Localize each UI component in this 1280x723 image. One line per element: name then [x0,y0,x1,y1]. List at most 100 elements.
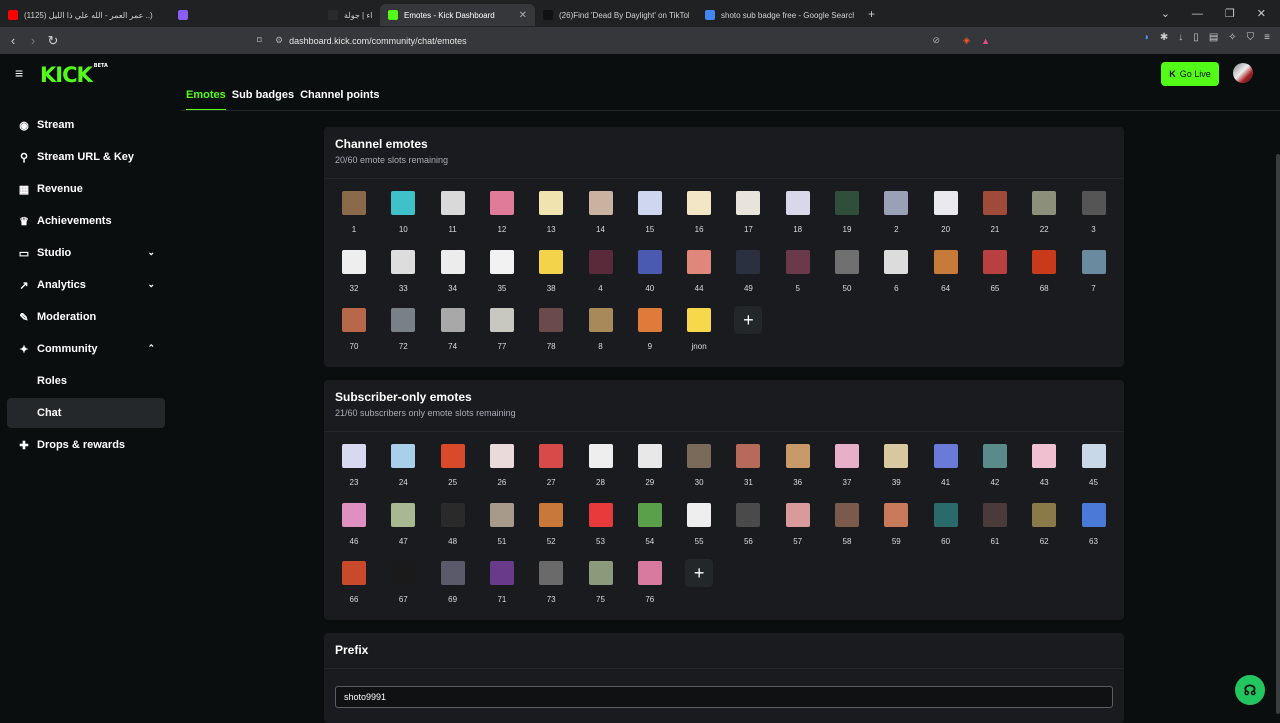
menu-icon[interactable]: ≡ [1264,32,1270,43]
emote-tile[interactable]: 73 [529,557,573,611]
browser-tab[interactable]: (1125) عمر العمر - الله علي ذا الليل ..) [0,4,170,26]
back-icon[interactable]: ‹ [3,33,23,48]
browser-tab[interactable]: الأشياء | جولة [320,4,380,26]
wallet-icon[interactable]: ▤ [1209,32,1218,43]
emote-tile[interactable]: 17 [726,187,770,241]
emote-tile[interactable]: 69 [431,557,475,611]
browser-tab[interactable] [170,4,320,26]
tab-channel-points[interactable]: Channel points [300,89,379,111]
new-tab-icon[interactable]: + [868,7,875,21]
emote-tile[interactable]: 8 [579,304,623,358]
emote-tile[interactable]: 74 [431,304,475,358]
browser-tab[interactable]: (26)Find 'Dead By Daylight' on TikTok [535,4,697,26]
emote-tile[interactable]: 67 [381,557,425,611]
emote-tile[interactable]: 21 [973,187,1017,241]
sidebar-toggle-icon[interactable]: ▯ [1193,32,1199,43]
hamburger-icon[interactable]: ≡ [15,66,27,80]
close-window-icon[interactable]: ✕ [1257,7,1266,20]
emote-tile[interactable]: 32 [332,246,376,300]
emote-tile[interactable]: 40 [628,246,672,300]
emote-tile[interactable]: 1 [332,187,376,241]
scrollbar[interactable] [1276,154,1280,714]
emote-tile[interactable]: 52 [529,499,573,553]
chevron-up-icon[interactable]: ⌃ [147,343,155,354]
emote-tile[interactable]: 68 [1022,246,1066,300]
sidebar-item-chat[interactable]: Chat [7,398,165,428]
emote-tile[interactable]: 46 [332,499,376,553]
browser-tab[interactable]: shoto sub badge free - Google Search [697,4,862,26]
add-emote-button[interactable]: + [734,306,763,334]
emote-tile[interactable]: 60 [924,499,968,553]
emote-tile[interactable]: 72 [381,304,425,358]
emote-tile[interactable]: 39 [874,440,918,494]
emote-tile[interactable]: 63 [1072,499,1116,553]
emote-tile[interactable]: 33 [381,246,425,300]
prefix-input[interactable]: shoto9991 [335,686,1113,708]
emote-tile[interactable]: 53 [579,499,623,553]
emote-tile[interactable]: 47 [381,499,425,553]
emote-tile[interactable]: 10 [381,187,425,241]
emote-tile[interactable]: 65 [973,246,1017,300]
emote-tile[interactable]: 4 [579,246,623,300]
emote-tile[interactable]: 38 [529,246,573,300]
chevron-down-icon[interactable]: ⌄ [147,247,155,258]
tab-sub-badges[interactable]: Sub badges [232,89,294,111]
emote-tile[interactable]: 2 [874,187,918,241]
kick-logo[interactable]: KICK BETA [40,63,108,87]
emote-tile[interactable]: 18 [776,187,820,241]
emote-tile[interactable]: 19 [825,187,869,241]
emote-tile[interactable]: 43 [1022,440,1066,494]
emote-tile[interactable]: 55 [677,499,721,553]
extension-icon[interactable]: ◗ [1144,32,1150,43]
emote-tile[interactable]: 37 [825,440,869,494]
bookmark-icon[interactable]: ⌑ [257,35,262,46]
emote-tile[interactable]: 49 [726,246,770,300]
emote-tile[interactable]: 11 [431,187,475,241]
emote-tile[interactable]: 70 [332,304,376,358]
user-avatar[interactable] [1233,63,1253,83]
chevron-down-icon[interactable]: ⌄ [147,279,155,290]
go-live-button[interactable]: K Go Live [1161,62,1219,86]
emote-tile[interactable]: 12 [480,187,524,241]
emote-tile[interactable]: 77 [480,304,524,358]
sidebar-item-revenue[interactable]: ▦ Revenue [7,174,165,204]
url-field[interactable]: ⌑ ⚙ dashboard.kick.com/community/chat/em… [257,32,1000,49]
emote-tile[interactable]: 44 [677,246,721,300]
sidebar-item-stream-url-key[interactable]: ⚲ Stream URL & Key [7,142,165,172]
emote-tile[interactable]: 16 [677,187,721,241]
emote-tile[interactable]: 54 [628,499,672,553]
emote-tile[interactable]: 76 [628,557,672,611]
forward-icon[interactable]: › [23,33,43,48]
emote-tile[interactable]: 64 [924,246,968,300]
emote-tile[interactable]: 31 [726,440,770,494]
sidebar-item-analytics[interactable]: ↗ Analytics ⌄ [7,270,165,300]
emote-tile[interactable]: 45 [1072,440,1116,494]
emote-tile[interactable]: 58 [825,499,869,553]
emote-tile[interactable]: 41 [924,440,968,494]
emote-tile[interactable]: 50 [825,246,869,300]
emote-tile[interactable]: 23 [332,440,376,494]
emote-tile[interactable]: 15 [628,187,672,241]
emote-tile[interactable]: 29 [628,440,672,494]
emote-tile[interactable]: 35 [480,246,524,300]
emote-tile[interactable]: 5 [776,246,820,300]
sidebar-item-achievements[interactable]: ♛ Achievements [7,206,165,236]
emote-tile[interactable]: 51 [480,499,524,553]
emote-tile[interactable]: 75 [579,557,623,611]
reload-icon[interactable]: ↻ [43,33,63,49]
emote-tile[interactable]: jnon [677,304,721,358]
emote-tile[interactable]: 27 [529,440,573,494]
site-info-icon[interactable]: ⚙ [275,35,283,46]
download-icon[interactable]: ↓ [1178,32,1183,43]
emote-tile[interactable]: 22 [1022,187,1066,241]
maximize-icon[interactable]: ❐ [1225,7,1235,20]
support-chat-icon[interactable]: ☊ [1235,675,1265,705]
emote-tile[interactable]: 61 [973,499,1017,553]
sidebar-item-community[interactable]: ✦ Community ⌃ [7,334,165,364]
emote-tile[interactable]: 34 [431,246,475,300]
sidebar-item-stream[interactable]: ◉ Stream [7,110,165,140]
emote-tile[interactable]: 57 [776,499,820,553]
emote-tile[interactable]: 9 [628,304,672,358]
emote-tile[interactable]: 25 [431,440,475,494]
close-tab-icon[interactable]: ✕ [519,10,527,21]
